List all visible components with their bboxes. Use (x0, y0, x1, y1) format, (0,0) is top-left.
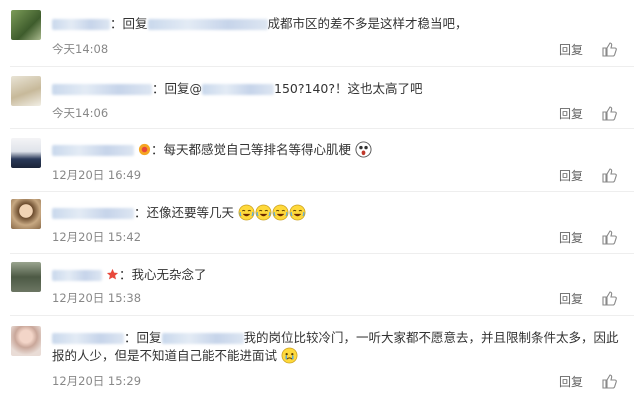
username[interactable] (52, 145, 134, 156)
comment-prefix: ：回复 (124, 330, 162, 345)
laughing-tears-emoji-icon (255, 204, 272, 221)
comment-text-line: ：回复 我的岗位比较冷门，一听大家都不愿意去，并且限制条件太多，因此 (52, 329, 619, 347)
comment-prefix: ：回复@ (152, 81, 203, 96)
comment-time: 12月20日 15:29 (52, 374, 142, 388)
comment-text-line: ：回复 成都市区的差不多是这样才稳当吧， (52, 15, 604, 33)
separator (10, 66, 634, 67)
comment-time: 12月20日 16:49 (52, 168, 142, 182)
comment-time: 12月20日 15:38 (52, 291, 142, 305)
member-badge-icon (106, 268, 119, 280)
comment-prefix: ： (150, 142, 164, 157)
separator (10, 191, 634, 192)
comment-prefix: ： (134, 205, 147, 220)
comment-text: 成都市区的差不多是这样才稳当吧， (267, 16, 468, 31)
thumbs-up-icon[interactable] (601, 105, 617, 121)
reply-button[interactable]: 回复 (559, 290, 583, 307)
thumbs-up-icon[interactable] (601, 167, 617, 183)
shocked-face-emoji-icon (355, 141, 372, 158)
username[interactable] (52, 208, 134, 219)
avatar[interactable] (11, 326, 41, 356)
comment-text-line: ：我心无杂念了 (52, 266, 604, 284)
reply-button[interactable]: 回复 (559, 41, 583, 58)
member-badge-icon (138, 143, 151, 156)
mentioned-username[interactable] (147, 19, 268, 30)
avatar[interactable] (11, 262, 41, 292)
username[interactable] (52, 19, 110, 30)
reply-button[interactable]: 回复 (559, 167, 583, 184)
comment-text: 我心无杂念了 (131, 267, 207, 282)
mentioned-username[interactable] (202, 84, 275, 95)
comment-text-line: 报的人少，但是不知道自己能不能进面试 (52, 347, 604, 365)
comment-prefix: ：回复 (110, 16, 148, 31)
reply-button[interactable]: 回复 (559, 229, 583, 246)
reply-button[interactable]: 回复 (559, 373, 583, 390)
thumbs-up-icon[interactable] (601, 373, 617, 389)
avatar[interactable] (11, 138, 41, 168)
comment-prefix: ： (118, 267, 132, 282)
comment-text: 我的岗位比较冷门，一听大家都不愿意去，并且限制条件太多，因此 (243, 330, 619, 345)
separator (10, 315, 634, 316)
avatar[interactable] (11, 76, 41, 106)
comment-text-line: ：回复@ 150?140?！这也太高了吧 (52, 80, 604, 98)
comment-time: 今天14:08 (52, 42, 109, 56)
laughing-tears-emoji-icon (289, 204, 306, 221)
username[interactable] (52, 270, 102, 281)
comment-text-line: ：还像还要等几天 (52, 204, 604, 222)
comment-time: 12月20日 15:42 (52, 230, 142, 244)
laughing-tears-emoji-icon (272, 204, 289, 221)
comment-text: 150?140?！这也太高了吧 (274, 81, 423, 96)
avatar[interactable] (11, 10, 41, 40)
thumbs-up-icon[interactable] (601, 229, 617, 245)
comment-text: 每天都感觉自己等排名等得心肌梗 (163, 142, 352, 157)
reply-button[interactable]: 回复 (559, 105, 583, 122)
avatar[interactable] (11, 199, 41, 229)
thumbs-up-icon[interactable] (601, 41, 617, 57)
thumbs-up-icon[interactable] (601, 290, 617, 306)
laughing-tears-emoji-icon (238, 204, 255, 221)
username[interactable] (52, 84, 152, 95)
comment-text: 报的人少，但是不知道自己能不能进面试 (52, 348, 278, 363)
comment-time: 今天14:06 (52, 106, 109, 120)
comment-text-line: ：每天都感觉自己等排名等得心肌梗 (52, 141, 604, 159)
comment-text: 还像还要等几天 (146, 205, 235, 220)
separator (10, 128, 634, 129)
username[interactable] (52, 333, 124, 344)
crying-face-emoji-icon (281, 347, 298, 364)
mentioned-username[interactable] (161, 333, 244, 344)
separator (10, 253, 634, 254)
